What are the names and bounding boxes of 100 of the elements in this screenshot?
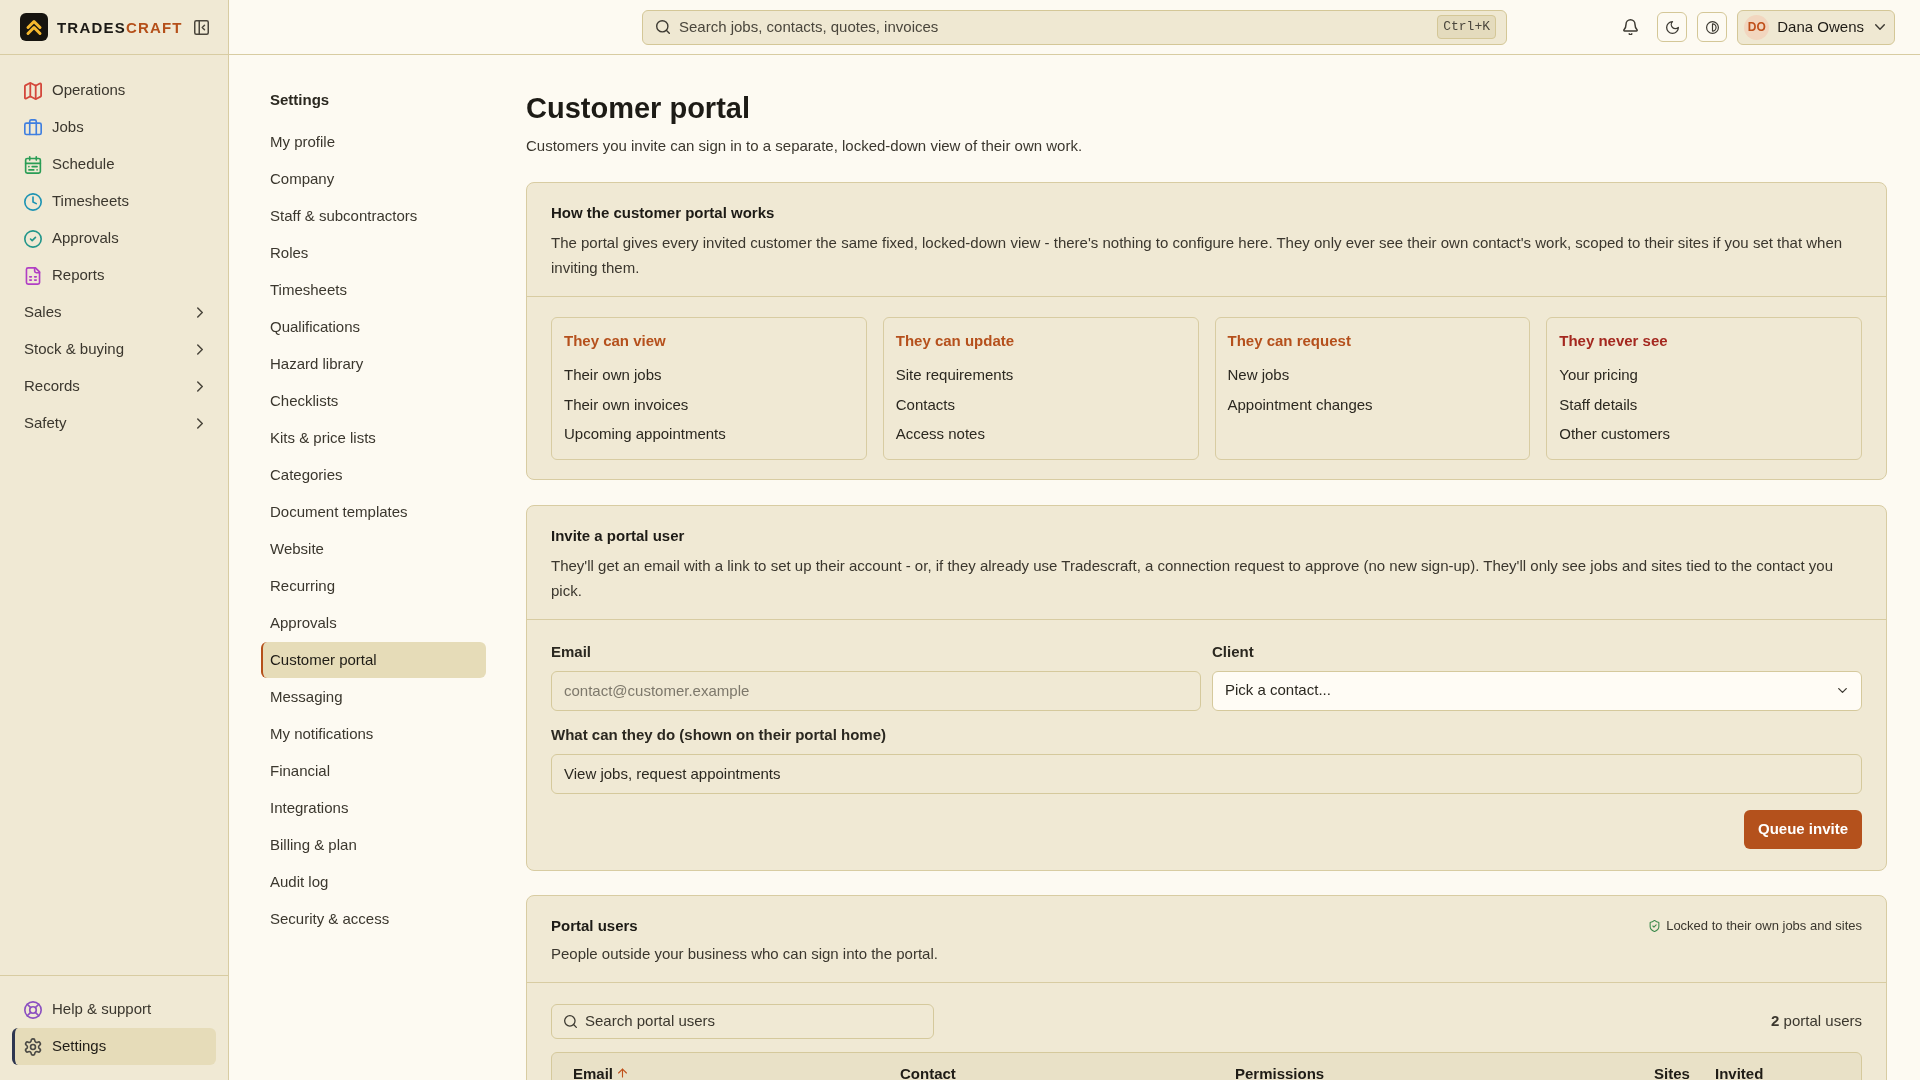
- list-heading: They can update: [895, 331, 1016, 351]
- settings-nav-item[interactable]: My notifications: [261, 716, 486, 752]
- column-header[interactable]: Invited: [1715, 1064, 1840, 1080]
- nav-item[interactable]: Help & support: [12, 991, 216, 1028]
- chevron-right-icon: [197, 381, 203, 392]
- settings-nav-item[interactable]: Qualifications: [261, 309, 486, 345]
- search-field[interactable]: Search portal users: [551, 1003, 934, 1039]
- settings-nav-item[interactable]: Messaging: [261, 679, 486, 715]
- list-heading: They can view: [564, 331, 667, 351]
- settings-nav-item[interactable]: Security & access: [261, 901, 486, 937]
- chevron-right-icon: [197, 307, 203, 318]
- nav-item[interactable]: Sales: [12, 294, 216, 331]
- list-item: Contacts: [895, 394, 956, 415]
- card-title: How the customer portal works: [551, 203, 776, 223]
- list-item: Upcoming appointments: [564, 424, 727, 444]
- nav-item[interactable]: Records: [12, 368, 216, 405]
- gear-icon: [24, 1037, 42, 1056]
- card-description: The portal gives every invited customer the same fixed, locked-down view - there's nothing to configure here. They only ever see their own contact's work, scoped to their sites if you set that when inviting them.: [551, 233, 1844, 278]
- search-icon: [564, 1014, 577, 1028]
- list-item: Appointment changes: [1227, 394, 1374, 415]
- user-menu-button[interactable]: DO Dana Owens: [1737, 9, 1895, 45]
- user-avatar: DO: [1744, 14, 1770, 40]
- clock-icon: [24, 192, 42, 211]
- settings-nav-item[interactable]: Customer portal: [261, 642, 486, 678]
- nav-item[interactable]: Settings: [12, 1028, 216, 1065]
- nav-item[interactable]: Jobs: [12, 109, 216, 146]
- card-description: People outside your business who can sign into the portal.: [551, 943, 938, 964]
- settings-nav-item[interactable]: Roles: [261, 235, 486, 271]
- column-header[interactable]: Sites: [1654, 1064, 1715, 1080]
- settings-nav-item[interactable]: Audit log: [261, 864, 486, 900]
- nav-item[interactable]: Timesheets: [12, 183, 216, 220]
- search-field[interactable]: Search jobs, contacts, quotes, invoices Ctrl+K: [642, 9, 1507, 45]
- list-item: Other customers: [1559, 424, 1672, 444]
- settings-nav-item[interactable]: Company: [261, 161, 486, 197]
- dark-mode-button[interactable]: [1657, 12, 1688, 42]
- settings-nav-item[interactable]: Checklists: [261, 383, 486, 419]
- collapse-sidebar-icon[interactable]: [193, 19, 209, 35]
- chevron-right-icon: [197, 418, 203, 429]
- settings-nav-item[interactable]: Financial: [261, 753, 486, 789]
- briefcase-icon: [24, 118, 42, 137]
- brand-name: TRADESCRAFT: [57, 19, 183, 35]
- user-count: 2 portal users: [1771, 1010, 1862, 1031]
- settings-nav-item[interactable]: Kits & price lists: [261, 420, 486, 456]
- contrast-icon: [1705, 20, 1719, 34]
- chevron-right-icon: [197, 344, 203, 355]
- settings-nav-item[interactable]: My profile: [261, 124, 486, 160]
- field-label: Email: [551, 641, 593, 662]
- column-header[interactable]: Contact: [900, 1064, 1235, 1080]
- calendar-icon: [24, 155, 42, 174]
- settings-nav-item[interactable]: Website: [261, 531, 486, 567]
- column-header[interactable]: Permissions: [1235, 1064, 1654, 1080]
- settings-nav-item[interactable]: Recurring: [261, 568, 486, 604]
- input-field[interactable]: contact@customer.example: [551, 670, 1201, 711]
- nav-item[interactable]: Operations: [12, 72, 216, 109]
- settings-nav-item[interactable]: Approvals: [261, 605, 486, 641]
- list-item: Your pricing: [1559, 365, 1639, 385]
- list-heading: They can request: [1227, 331, 1352, 351]
- field-label: What can they do (shown on their portal home): [551, 724, 887, 745]
- chevron-down-icon: [1838, 688, 1847, 693]
- list-item: Their own invoices: [564, 394, 690, 415]
- security-note: Locked to their own jobs and sites: [1666, 916, 1862, 935]
- page-subtitle: Customers you invite can sign in to a separate, locked-down view of their own work.: [526, 136, 1084, 156]
- nav-item[interactable]: Stock & buying: [12, 331, 216, 368]
- list-item: New jobs: [1227, 365, 1291, 385]
- page-title: Customer portal: [526, 91, 751, 126]
- input-field[interactable]: View jobs, request appointments: [551, 753, 1862, 794]
- map-icon: [24, 81, 42, 100]
- shortcut-key: Ctrl+K: [1437, 15, 1496, 39]
- shield-check-icon: [1649, 919, 1661, 932]
- nav-item[interactable]: Safety: [12, 405, 216, 442]
- nav-item[interactable]: Approvals: [12, 220, 216, 257]
- settings-nav-item[interactable]: Staff & subcontractors: [261, 198, 486, 234]
- chevron-down-icon: [1875, 24, 1885, 30]
- nav-item[interactable]: Reports: [12, 257, 216, 294]
- list-item: Their own jobs: [564, 365, 663, 385]
- list-item: Staff details: [1559, 394, 1639, 415]
- field-label: Client: [1212, 641, 1255, 662]
- card-title: Portal users: [551, 915, 639, 936]
- settings-nav-item[interactable]: Categories: [261, 457, 486, 493]
- search-icon: [656, 20, 670, 34]
- nav-item[interactable]: Schedule: [12, 146, 216, 183]
- settings-nav-item[interactable]: Hazard library: [261, 346, 486, 382]
- dropdown-field[interactable]: Pick a contact...: [1212, 670, 1862, 711]
- moon-icon: [1665, 20, 1679, 34]
- list-heading: They never see: [1559, 331, 1669, 351]
- settings-nav-item[interactable]: Integrations: [261, 790, 486, 826]
- card-title: Invite a portal user: [551, 525, 686, 546]
- bell-icon[interactable]: [1623, 19, 1639, 35]
- settings-nav-item[interactable]: Document templates: [261, 494, 486, 530]
- check-circle-icon: [24, 229, 42, 248]
- section-heading: Settings: [269, 90, 331, 110]
- card-description: They'll get an email with a link to set up their account - or, if they already use Tradescraft, a connection request to approve (no new sign-up). They'll only see jobs and sites tied to the contact you pick.: [551, 555, 1834, 601]
- list-item: Access notes: [895, 424, 986, 444]
- list-item: Site requirements: [895, 365, 1015, 385]
- column-header[interactable]: Email: [573, 1064, 900, 1080]
- submit-button[interactable]: Queue invite: [1743, 809, 1862, 849]
- settings-nav-item[interactable]: Billing & plan: [261, 827, 486, 863]
- spreadsheet-file-icon: [24, 266, 42, 285]
- settings-nav-item[interactable]: Timesheets: [261, 272, 486, 308]
- contrast-button[interactable]: [1697, 12, 1728, 42]
